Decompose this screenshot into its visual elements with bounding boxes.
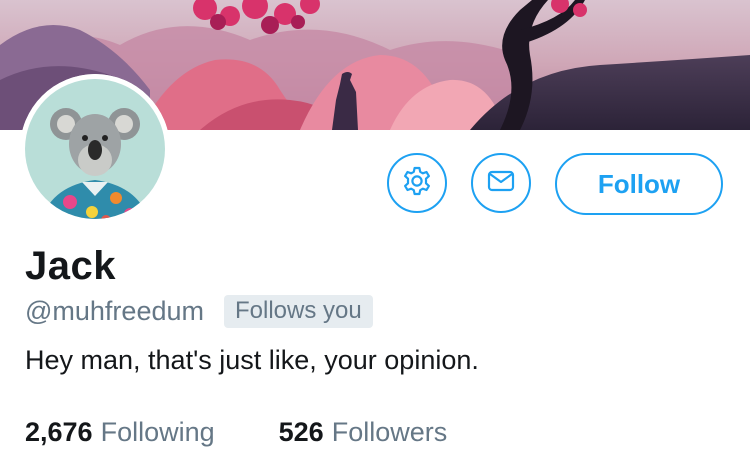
avatar[interactable] xyxy=(20,74,170,224)
following-label: Following xyxy=(100,417,215,447)
user-handle: @muhfreedum xyxy=(25,295,204,326)
display-name: Jack xyxy=(25,244,116,288)
profile-bio: Hey man, that's just like, your opinion. xyxy=(25,345,479,375)
follow-button[interactable]: Follow xyxy=(555,153,723,215)
followers-label: Followers xyxy=(331,417,448,447)
following-count: 2,676 xyxy=(25,417,93,447)
follows-you-badge: Follows you xyxy=(223,294,373,328)
followers-count: 526 xyxy=(278,417,324,447)
handle-row: @muhfreedum Follows you xyxy=(25,293,373,329)
followers-stat[interactable]: 526 Followers xyxy=(279,414,448,450)
following-stat[interactable]: 2,676 Following xyxy=(25,414,215,450)
gear-icon xyxy=(401,165,433,202)
profile-stats: 2,676 Following 526 Followers xyxy=(25,414,447,450)
message-button[interactable] xyxy=(471,153,531,213)
profile-page: Follow Jack @muhfreedum Follows you Hey … xyxy=(0,0,750,458)
settings-button[interactable] xyxy=(387,153,447,213)
envelope-icon xyxy=(486,166,516,201)
